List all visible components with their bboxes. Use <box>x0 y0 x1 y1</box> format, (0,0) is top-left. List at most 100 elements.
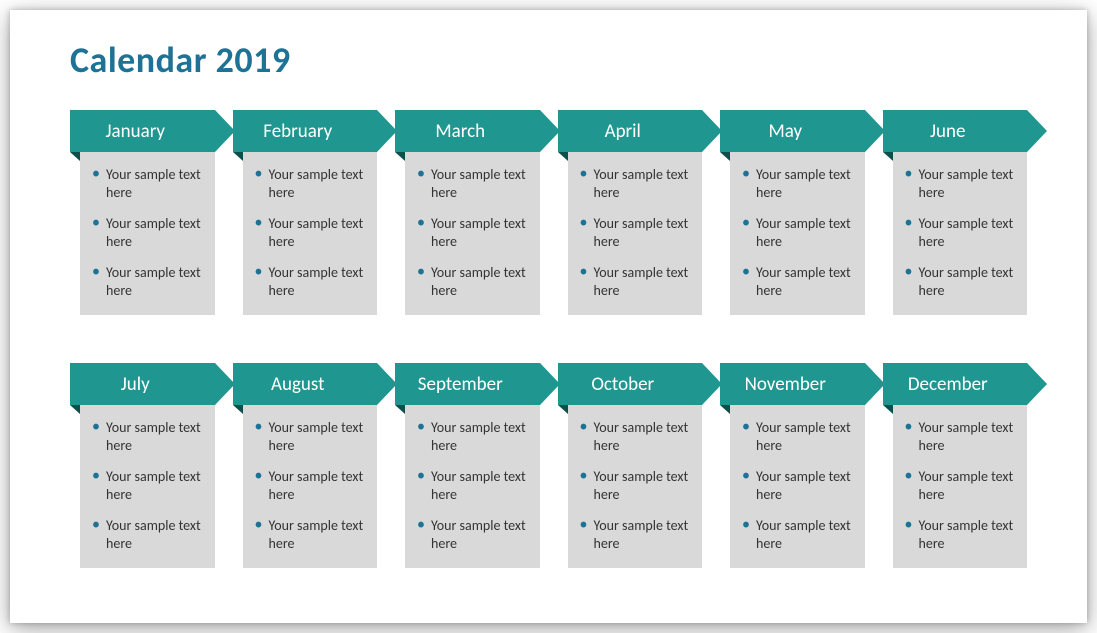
list-item: Your sample text here <box>88 517 205 552</box>
month-body: Your sample text here Your sample text he… <box>730 405 865 568</box>
list-item: Your sample text here <box>738 166 855 201</box>
month-card-september: SeptemberYour sample text hereYour sampl… <box>395 363 540 568</box>
month-bullet-list: Your sample text here Your sample text he… <box>738 166 855 299</box>
month-card-november: NovemberYour sample text hereYour sample… <box>720 363 865 568</box>
list-item: Your sample text here <box>576 468 693 503</box>
list-item: Your sample text here <box>738 419 855 454</box>
banner-fold-icon <box>720 152 730 161</box>
list-item: Your sample text here <box>901 468 1018 503</box>
list-item: Your sample text here <box>901 264 1018 299</box>
list-item: Your sample text here <box>88 419 205 454</box>
list-item: Your sample text here <box>251 166 368 201</box>
month-bullet-list: Your sample text here Your sample text he… <box>251 419 368 552</box>
month-bullet-list: Your sample text here Your sample text he… <box>251 166 368 299</box>
list-item: Your sample text here <box>413 215 530 250</box>
banner-fold-icon <box>395 152 405 161</box>
month-banner: October <box>558 363 703 405</box>
list-item: Your sample text here <box>251 215 368 250</box>
month-card-july: JulyYour sample text hereYour sample tex… <box>70 363 215 568</box>
list-item: Your sample text here <box>738 517 855 552</box>
list-item: Your sample text here <box>413 264 530 299</box>
list-item: Your sample text here <box>88 215 205 250</box>
month-bullet-list: Your sample text here Your sample text he… <box>413 419 530 552</box>
month-card-june: JuneYour sample text hereYour sample tex… <box>883 110 1028 315</box>
page-title: Calendar 2019 <box>70 38 1027 82</box>
list-item: Your sample text here <box>88 166 205 201</box>
month-banner: December <box>883 363 1028 405</box>
banner-fold-icon <box>883 152 893 161</box>
month-bullet-list: Your sample text here Your sample text he… <box>88 419 205 552</box>
banner-fold-icon <box>70 405 80 414</box>
month-body: Your sample text here Your sample text he… <box>243 405 378 568</box>
list-item: Your sample text here <box>251 517 368 552</box>
month-body: Your sample text here Your sample text he… <box>405 405 540 568</box>
list-item: Your sample text here <box>738 215 855 250</box>
month-banner: August <box>233 363 378 405</box>
list-item: Your sample text here <box>901 517 1018 552</box>
calendar-row-2: JulyYour sample text hereYour sample tex… <box>70 363 1027 568</box>
month-card-december: DecemberYour sample text hereYour sample… <box>883 363 1028 568</box>
banner-fold-icon <box>883 405 893 414</box>
month-body: Your sample text here Your sample text he… <box>80 152 215 315</box>
banner-fold-icon <box>233 152 243 161</box>
list-item: Your sample text here <box>88 264 205 299</box>
month-bullet-list: Your sample text here Your sample text he… <box>88 166 205 299</box>
month-body: Your sample text here Your sample text he… <box>893 405 1028 568</box>
month-bullet-list: Your sample text here Your sample text he… <box>738 419 855 552</box>
list-item: Your sample text here <box>251 264 368 299</box>
month-banner: November <box>720 363 865 405</box>
month-banner: January <box>70 110 215 152</box>
calendar-grid: JanuaryYour sample text hereYour sample … <box>70 110 1027 568</box>
month-body: Your sample text here Your sample text he… <box>568 152 703 315</box>
month-bullet-list: Your sample text here Your sample text he… <box>576 419 693 552</box>
list-item: Your sample text here <box>413 166 530 201</box>
month-card-may: MayYour sample text hereYour sample text… <box>720 110 865 315</box>
list-item: Your sample text here <box>413 468 530 503</box>
month-card-january: JanuaryYour sample text hereYour sample … <box>70 110 215 315</box>
month-banner: February <box>233 110 378 152</box>
list-item: Your sample text here <box>576 264 693 299</box>
list-item: Your sample text here <box>901 419 1018 454</box>
list-item: Your sample text here <box>738 264 855 299</box>
list-item: Your sample text here <box>413 517 530 552</box>
list-item: Your sample text here <box>901 215 1018 250</box>
month-bullet-list: Your sample text here Your sample text he… <box>901 419 1018 552</box>
banner-fold-icon <box>558 152 568 161</box>
month-card-august: AugustYour sample text hereYour sample t… <box>233 363 378 568</box>
list-item: Your sample text here <box>88 468 205 503</box>
month-bullet-list: Your sample text here Your sample text he… <box>413 166 530 299</box>
banner-fold-icon <box>395 405 405 414</box>
list-item: Your sample text here <box>251 468 368 503</box>
month-body: Your sample text here Your sample text he… <box>893 152 1028 315</box>
banner-fold-icon <box>720 405 730 414</box>
month-body: Your sample text here Your sample text he… <box>243 152 378 315</box>
list-item: Your sample text here <box>576 166 693 201</box>
month-card-march: MarchYour sample text hereYour sample te… <box>395 110 540 315</box>
list-item: Your sample text here <box>576 517 693 552</box>
month-card-february: FebruaryYour sample text hereYour sample… <box>233 110 378 315</box>
month-banner: July <box>70 363 215 405</box>
month-bullet-list: Your sample text here Your sample text he… <box>901 166 1018 299</box>
month-body: Your sample text here Your sample text he… <box>730 152 865 315</box>
list-item: Your sample text here <box>576 215 693 250</box>
calendar-row-1: JanuaryYour sample text hereYour sample … <box>70 110 1027 315</box>
list-item: Your sample text here <box>251 419 368 454</box>
month-banner: March <box>395 110 540 152</box>
banner-fold-icon <box>558 405 568 414</box>
slide: Calendar 2019 January Your sample text he… <box>10 10 1087 623</box>
list-item: Your sample text here <box>901 166 1018 201</box>
month-card-october: OctoberYour sample text hereYour sample … <box>558 363 703 568</box>
month-body: Your sample text here Your sample text he… <box>568 405 703 568</box>
banner-fold-icon <box>70 152 80 161</box>
list-item: Your sample text here <box>413 419 530 454</box>
month-bullet-list: Your sample text here Your sample text he… <box>576 166 693 299</box>
month-body: Your sample text here Your sample text he… <box>405 152 540 315</box>
month-banner: April <box>558 110 703 152</box>
list-item: Your sample text here <box>738 468 855 503</box>
month-body: Your sample text here Your sample text he… <box>80 405 215 568</box>
month-banner: September <box>395 363 540 405</box>
banner-fold-icon <box>233 405 243 414</box>
list-item: Your sample text here <box>576 419 693 454</box>
month-banner: June <box>883 110 1028 152</box>
month-banner: May <box>720 110 865 152</box>
